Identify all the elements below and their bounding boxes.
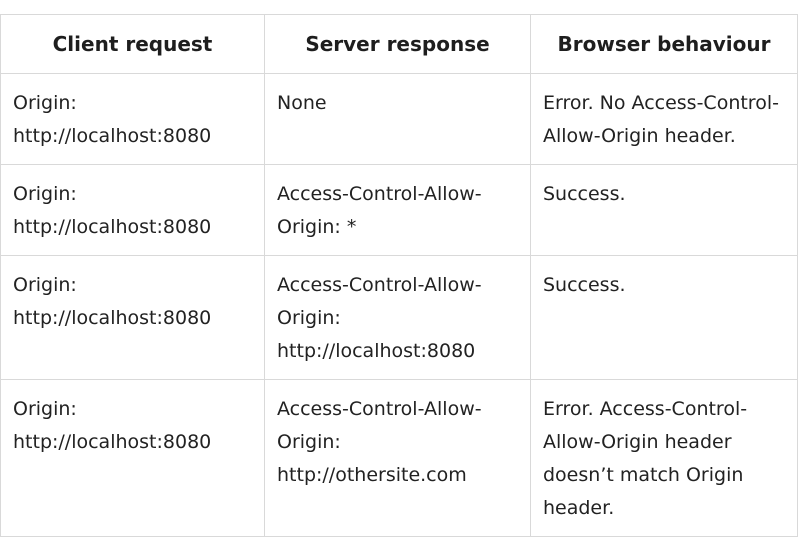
header-browser-behaviour: Browser behaviour [530,14,798,74]
header-client-request: Client request [0,14,265,74]
cell-browser-behaviour: Success. [530,164,798,256]
cell-line: Success. [543,183,626,205]
cell-server-response: Access-Control-Allow- Origin: * [264,164,531,256]
cell-line: http://localhost:8080 [277,340,476,362]
cell-client-request: Origin: http://localhost:8080 [0,164,265,256]
cell-line: doesn’t match Origin [543,464,744,486]
cell-line: Origin: [13,183,77,205]
cell-line: Success. [543,274,626,296]
cell-browser-behaviour: Error. Access-Control- Allow-Origin head… [530,379,798,537]
cell-line: Access-Control-Allow- [277,274,482,296]
cors-behaviour-table: Client request Server response Browser b… [0,14,798,537]
cell-client-request: Origin: http://localhost:8080 [0,73,265,165]
cell-line: header. [543,497,615,519]
cell-line: Origin: [277,307,341,329]
cell-line: Origin: [277,431,341,453]
cell-line: None [277,92,327,114]
table-header-row: Client request Server response Browser b… [0,14,798,74]
header-server-response: Server response [264,14,531,74]
cell-line: Origin: [13,92,77,114]
cell-line: http://localhost:8080 [13,307,212,329]
cell-line: http://othersite.com [277,464,467,486]
cell-line: Error. No Access-Control- [543,92,779,114]
table-row: Origin: http://localhost:8080 None Error… [0,73,798,165]
cell-server-response: Access-Control-Allow- Origin: http://loc… [264,255,531,380]
cell-browser-behaviour: Success. [530,255,798,380]
cell-client-request: Origin: http://localhost:8080 [0,255,265,380]
cell-line: Allow-Origin header. [543,125,736,147]
cors-table-container: Client request Server response Browser b… [0,14,798,537]
cell-line: Allow-Origin header [543,431,732,453]
table-row: Origin: http://localhost:8080 Access-Con… [0,164,798,256]
cell-line: http://localhost:8080 [13,125,212,147]
cell-line: http://localhost:8080 [13,216,212,238]
cell-browser-behaviour: Error. No Access-Control- Allow-Origin h… [530,73,798,165]
cell-client-request: Origin: http://localhost:8080 [0,379,265,537]
cell-line: Origin: [13,398,77,420]
cell-line: Origin: [13,274,77,296]
cell-line: Access-Control-Allow- [277,183,482,205]
cell-server-response: Access-Control-Allow- Origin: http://oth… [264,379,531,537]
cell-line: Error. Access-Control- [543,398,748,420]
cell-line: http://localhost:8080 [13,431,212,453]
table-row: Origin: http://localhost:8080 Access-Con… [0,379,798,537]
table-row: Origin: http://localhost:8080 Access-Con… [0,255,798,380]
cell-server-response: None [264,73,531,165]
cell-line: Access-Control-Allow- [277,398,482,420]
cell-line: Origin: * [277,216,357,238]
